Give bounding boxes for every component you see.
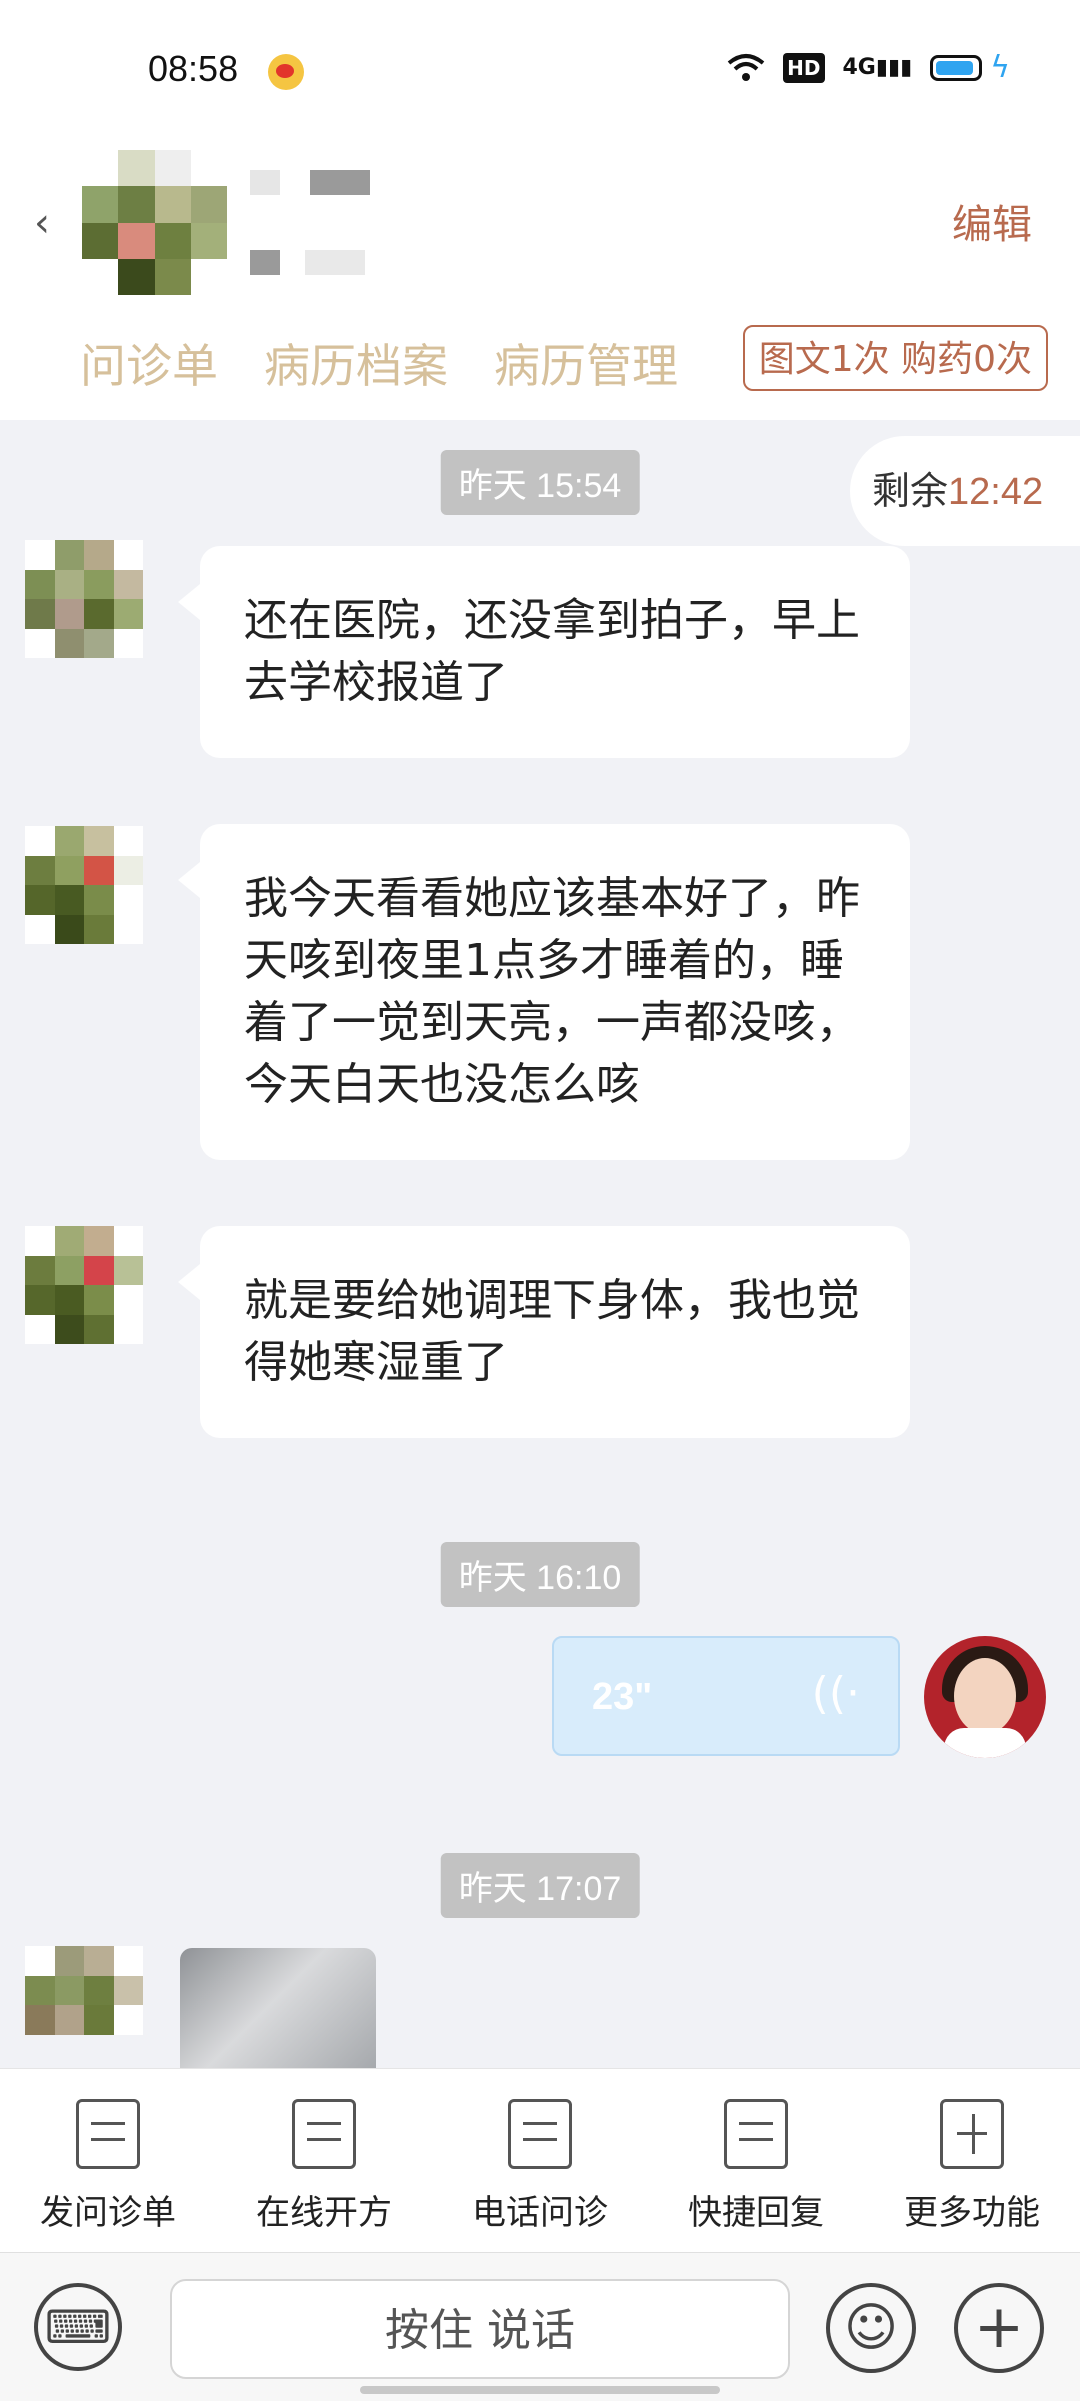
message-text: 就是要给她调理下身体，我也觉得她寒湿重了 (244, 1275, 860, 1388)
message-bubble[interactable]: 我今天看看她应该基本好了，昨天咳到夜里1点多才睡着的，睡着了一觉到天亮，一声都没… (178, 824, 910, 1160)
emoji-icon[interactable]: ☺ (826, 2283, 916, 2373)
network-label: 4G (842, 55, 876, 80)
plus-icon[interactable]: + (954, 2283, 1044, 2373)
patient-avatar-msg[interactable] (25, 826, 143, 944)
patient-avatar-msg[interactable] (25, 1226, 143, 1344)
header-tabs: 问诊单 病历档案 病历管理 (80, 330, 678, 396)
voice-message[interactable]: 23" ((· (552, 1636, 900, 1756)
voice-wave-icon: ((· (811, 1668, 860, 1719)
message-icon (724, 2099, 788, 2169)
phone-icon (508, 2099, 572, 2169)
status-icons: HD 4G▮▮▮ ϟ (727, 50, 1010, 85)
status-bar: 08:58 HD 4G▮▮▮ ϟ (0, 0, 1080, 140)
tab-consult-form[interactable]: 问诊单 (80, 330, 218, 396)
hd-icon: HD (783, 52, 825, 83)
doctor-avatar[interactable] (924, 1636, 1046, 1758)
message-bubble[interactable]: 就是要给她调理下身体，我也觉得她寒湿重了 (178, 1226, 910, 1438)
edit-button[interactable]: 编辑 (952, 192, 1032, 250)
battery-icon (930, 54, 983, 81)
back-arrow-icon[interactable]: ‹ (34, 200, 50, 246)
timestamp-2: 昨天 16:10 (440, 1542, 640, 1607)
online-prescription-button[interactable]: 在线开方 (216, 2069, 432, 2253)
message-text: 我今天看看她应该基本好了，昨天咳到夜里1点多才睡着的，睡着了一觉到天亮，一声都没… (244, 873, 860, 1110)
plus-square-icon (940, 2099, 1004, 2169)
home-indicator[interactable] (360, 2386, 720, 2394)
form-icon (76, 2099, 140, 2169)
message-bubble[interactable]: 还在医院，还没拿到拍子，早上去学校报道了 (178, 546, 910, 758)
tool-label: 发问诊单 (40, 2193, 176, 2233)
message-text: 还在医院，还没拿到拍子，早上去学校报道了 (244, 595, 860, 708)
tool-label: 在线开方 (256, 2193, 392, 2233)
remaining-time: 12:42 (948, 471, 1044, 513)
chat-header: ‹ 编辑 问诊单 病历档案 病历管理 图文1次 购药0次 (0, 140, 1080, 420)
tab-medical-records[interactable]: 病历档案 (264, 330, 448, 396)
signal-icon: 4G▮▮▮ (842, 55, 913, 80)
patient-avatar-msg[interactable] (25, 1946, 143, 2064)
image-message-thumbnail[interactable] (180, 1948, 376, 2078)
prescription-icon (292, 2099, 356, 2169)
status-time: 08:58 (148, 48, 239, 89)
send-consult-form-button[interactable]: 发问诊单 (0, 2069, 216, 2253)
function-toolbar: 发问诊单 在线开方 电话问诊 快捷回复 更多功能 (0, 2068, 1080, 2253)
remaining-label: 剩余 (872, 469, 949, 513)
tab-record-management[interactable]: 病历管理 (494, 330, 678, 396)
keyboard-icon[interactable] (34, 2283, 122, 2371)
weibo-icon (268, 54, 304, 90)
quick-reply-button[interactable]: 快捷回复 (648, 2069, 864, 2253)
charging-icon: ϟ (990, 50, 1010, 85)
timestamp-3: 昨天 17:07 (440, 1853, 640, 1918)
hold-to-talk-button[interactable]: 按住 说话 (170, 2279, 790, 2379)
wifi-icon (727, 53, 765, 83)
input-bar: 按住 说话 ☺ + (0, 2252, 1080, 2401)
remaining-time-pill: 剩余12:42 (850, 436, 1080, 546)
patient-avatar[interactable] (82, 150, 227, 295)
patient-avatar-msg[interactable] (25, 540, 143, 658)
timestamp-1: 昨天 15:54 (440, 450, 640, 515)
tool-label: 快捷回复 (688, 2193, 824, 2233)
tool-label: 电话问诊 (472, 2193, 608, 2233)
more-functions-button[interactable]: 更多功能 (864, 2069, 1080, 2253)
patient-name (250, 170, 370, 280)
phone-consult-button[interactable]: 电话问诊 (432, 2069, 648, 2253)
voice-duration: 23" (592, 1676, 653, 1718)
tool-label: 更多功能 (904, 2193, 1040, 2233)
quota-badge[interactable]: 图文1次 购药0次 (742, 325, 1048, 391)
